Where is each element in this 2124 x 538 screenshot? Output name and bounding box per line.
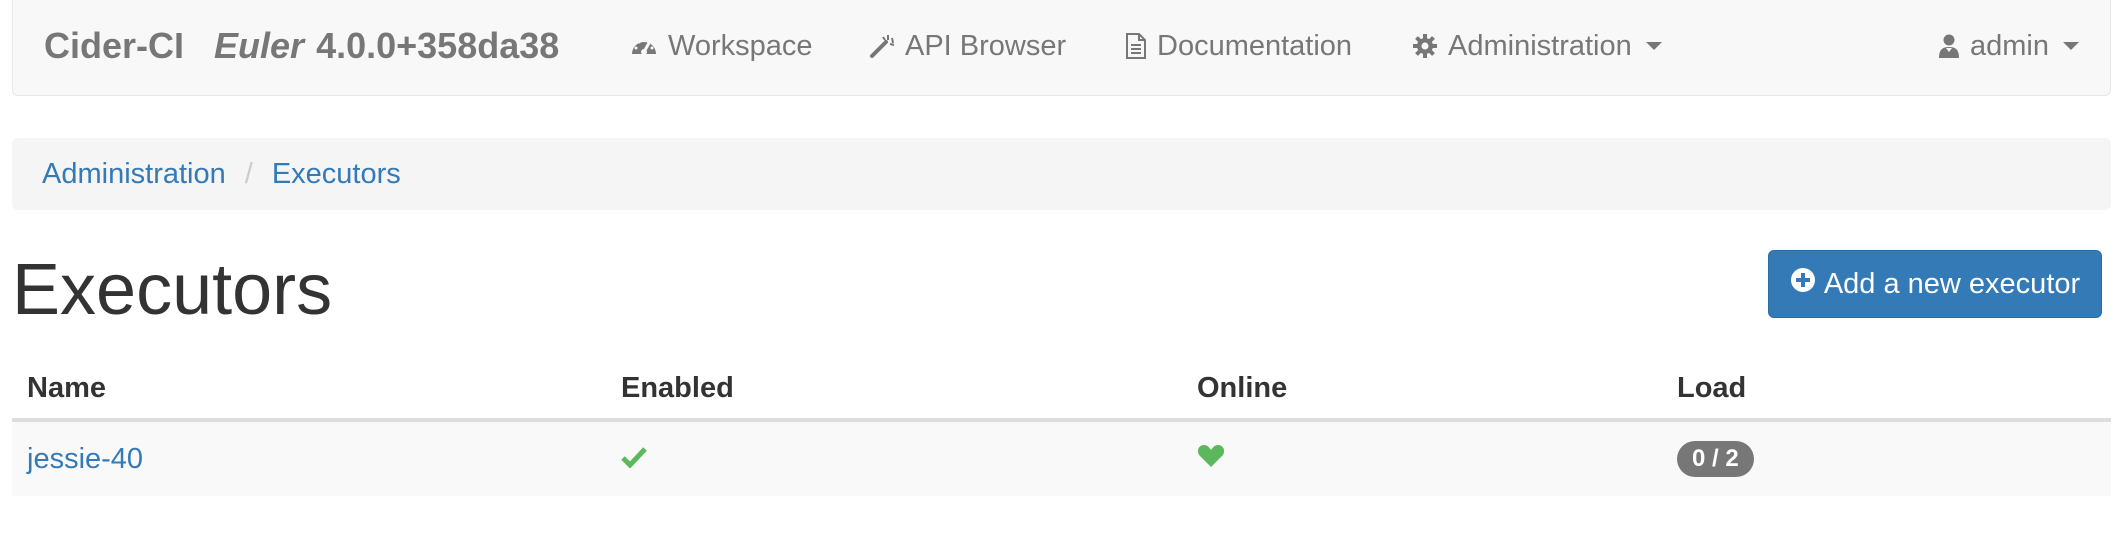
release-version: 4.0.0+358da38 xyxy=(316,25,560,66)
executors-table: Name Enabled Online Load jessie-40 0 / 2 xyxy=(12,358,2111,496)
column-header-online: Online xyxy=(1182,358,1662,422)
add-executor-button[interactable]: Add a new executor xyxy=(1768,250,2102,318)
nav-documentation-label: Documentation xyxy=(1157,29,1353,62)
breadcrumb-separator: / xyxy=(244,157,253,190)
executor-online-cell xyxy=(1182,420,1662,496)
breadcrumb-administration[interactable]: Administration xyxy=(42,158,226,191)
nav-administration-dropdown[interactable]: Administration xyxy=(1412,26,1662,66)
column-header-name: Name xyxy=(12,358,606,422)
gear-icon xyxy=(1412,33,1438,59)
dashboard-icon xyxy=(630,34,658,58)
breadcrumb-executors[interactable]: Executors xyxy=(272,158,401,191)
user-menu-dropdown[interactable]: admin xyxy=(1938,26,2079,66)
executor-load-cell: 0 / 2 xyxy=(1662,420,2111,496)
chevron-down-icon xyxy=(1645,42,1662,50)
table-header-row: Name Enabled Online Load xyxy=(12,358,2111,422)
executor-enabled-cell xyxy=(606,420,1182,496)
file-icon xyxy=(1125,32,1147,60)
user-icon xyxy=(1938,33,1960,59)
add-executor-label: Add a new executor xyxy=(1823,267,2081,300)
executor-name-link[interactable]: jessie-40 xyxy=(27,443,143,475)
top-navbar: Cider-CI Euler 4.0.0+358da38 Workspace A… xyxy=(12,0,2111,96)
nav-api-browser-label: API Browser xyxy=(905,29,1067,62)
plus-circle-icon xyxy=(1790,267,1816,301)
table-row: jessie-40 0 / 2 xyxy=(12,420,2111,496)
brand-name: Cider-CI xyxy=(44,25,185,66)
executor-name-cell: jessie-40 xyxy=(12,420,606,496)
nav-api-browser[interactable]: API Browser xyxy=(869,26,1066,66)
breadcrumb: Administration / Executors xyxy=(12,138,2111,210)
user-menu-label: admin xyxy=(1970,29,2049,62)
magic-wand-icon xyxy=(869,33,895,59)
column-header-load: Load xyxy=(1662,358,2111,422)
load-badge: 0 / 2 xyxy=(1677,441,1754,477)
release-codename: Euler xyxy=(214,25,305,66)
chevron-down-icon xyxy=(2063,42,2079,50)
release-info: Euler 4.0.0+358da38 xyxy=(214,25,559,67)
heart-icon xyxy=(1197,443,1225,475)
nav-documentation[interactable]: Documentation xyxy=(1125,26,1352,66)
check-icon xyxy=(621,443,647,475)
nav-workspace[interactable]: Workspace xyxy=(630,26,813,66)
page-title: Executors xyxy=(12,250,333,330)
nav-workspace-label: Workspace xyxy=(668,29,813,62)
brand[interactable]: Cider-CI Euler 4.0.0+358da38 xyxy=(44,22,559,70)
nav-administration-label: Administration xyxy=(1448,29,1632,62)
column-header-enabled: Enabled xyxy=(606,358,1182,422)
